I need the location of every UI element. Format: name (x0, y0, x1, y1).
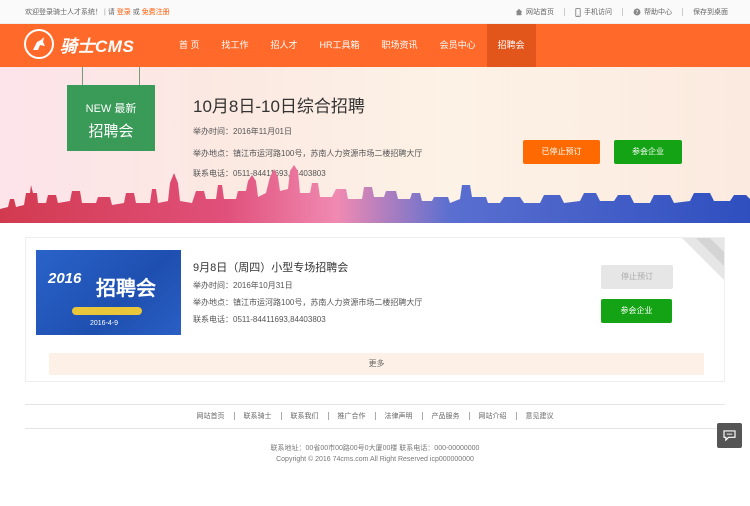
save-desktop-label: 保存到桌面 (693, 9, 728, 16)
footer-address: 联系地址：00省00市00路00号0大厦00楼 联系电话：000-0000000… (270, 445, 480, 452)
nav-home[interactable]: 首 页 (168, 24, 211, 67)
featured-fair-banner: NEW 最新 招聘会 10月8日-10日综合招聘 举办时间：2016年11月01… (0, 67, 750, 223)
mobile-link-label: 手机访问 (584, 9, 612, 16)
footer-link-partnership[interactable]: 推广合作 (338, 411, 366, 421)
mobile-icon (575, 7, 581, 17)
save-desktop-link[interactable]: 保存到桌面 (693, 7, 728, 17)
footer-link-home[interactable]: 网站首页 (197, 411, 225, 421)
top-links: 网站首页 手机访问 ? 帮助中心 保存到桌面 (515, 7, 728, 17)
svg-text:?: ? (636, 10, 639, 16)
nav-hr-toolbox[interactable]: HR工具箱 (309, 24, 371, 67)
banner-title[interactable]: 10月8日-10日综合招聘 (193, 92, 365, 117)
main-nav: 首 页 找工作 招人才 HR工具箱 职场资讯 会员中心 招聘会 (168, 24, 536, 67)
fair-title[interactable]: 9月8日（周四）小型专场招聘会 (193, 259, 348, 275)
fair-date: 举办时间：2016年10月31日 (193, 281, 293, 290)
fair-venue: 举办地点：镇江市运河路100号，苏南人力资源市场二楼招聘大厅 (193, 298, 423, 307)
home-icon (515, 8, 523, 16)
footer-link-services[interactable]: 产品服务 (432, 411, 460, 421)
booking-stopped-button[interactable]: 停止预订 (601, 265, 673, 289)
job-fair-card: 2016 招聘会 2016-4-9 9月8日（周四）小型专场招聘会 举办时间：2… (25, 237, 725, 382)
poster-title: 招聘会 (96, 278, 156, 300)
footer-link-contact-us[interactable]: 联系我们 (291, 411, 319, 421)
welcome-message: 欢迎登录骑士人才系统！ | 请 登录 或 免费注册 (25, 9, 170, 16)
or-text: 或 (132, 9, 140, 16)
nav-career-news[interactable]: 职场资讯 (371, 24, 429, 67)
footer-links: 网站首页 联系骑士 联系我们 推广合作 法律声明 产品服务 网站介绍 意见建议 (0, 411, 750, 421)
new-fair-sign: NEW 最新 招聘会 (67, 85, 155, 151)
participating-companies-button[interactable]: 参会企业 (601, 299, 672, 323)
mobile-link[interactable]: 手机访问 (575, 7, 612, 17)
welcome-text: 欢迎登录骑士人才系统！ (25, 9, 102, 16)
chat-button[interactable] (717, 423, 742, 448)
footer-link-feedback[interactable]: 意见建议 (526, 411, 554, 421)
job-fair-poster[interactable]: 2016 招聘会 2016-4-9 (36, 250, 181, 335)
please-text: 请 (107, 9, 115, 16)
booking-stopped-button[interactable]: 已停止预订 (523, 140, 600, 164)
nav-find-job[interactable]: 找工作 (211, 24, 260, 67)
sign-line1: NEW 最新 (85, 103, 137, 115)
footer-copyright: Copyright © 2016 74cms.com All Right Res… (276, 456, 474, 463)
login-link[interactable]: 登录 (117, 9, 131, 16)
fair-phone: 联系电话：0511-84411693,84403803 (193, 315, 326, 324)
top-bar: 欢迎登录骑士人才系统！ | 请 登录 或 免费注册 网站首页 手机访问 ? 帮助中心… (0, 0, 750, 24)
footer-link-about[interactable]: 网站介绍 (479, 411, 507, 421)
home-link[interactable]: 网站首页 (515, 7, 554, 17)
nav-find-talent[interactable]: 招人才 (260, 24, 309, 67)
more-button[interactable]: 更多 (49, 353, 704, 375)
poster-year: 2016 (48, 270, 82, 287)
help-icon: ? (633, 8, 641, 16)
banner-date: 举办时间：2016年11月01日 (193, 127, 292, 136)
register-link[interactable]: 免费注册 (142, 9, 170, 16)
banner-venue: 举办地点：镇江市运河路100号，苏南人力资源市场二楼招聘大厅 (193, 149, 423, 158)
help-link[interactable]: ? 帮助中心 (633, 7, 672, 17)
footer-link-contact-knight[interactable]: 联系骑士 (244, 411, 272, 421)
chat-icon (723, 430, 736, 441)
city-skyline-illustration (0, 165, 750, 223)
ended-ribbon-icon (682, 238, 724, 280)
knight-logo-icon (24, 29, 54, 59)
footer-link-legal[interactable]: 法律声明 (385, 411, 413, 421)
home-link-label: 网站首页 (526, 9, 554, 16)
site-logo[interactable]: 骑士CMS (24, 29, 134, 59)
site-header: 骑士CMS 首 页 找工作 招人才 HR工具箱 职场资讯 会员中心 招聘会 (0, 24, 750, 67)
nav-member-center[interactable]: 会员中心 (429, 24, 487, 67)
poster-date: 2016-4-9 (90, 320, 119, 327)
nav-job-fair[interactable]: 招聘会 (486, 24, 536, 67)
logo-text: 骑士CMS (60, 36, 135, 56)
help-link-label: 帮助中心 (644, 9, 672, 16)
participating-companies-button[interactable]: 参会企业 (614, 140, 682, 164)
sign-line2: 招聘会 (88, 123, 134, 140)
